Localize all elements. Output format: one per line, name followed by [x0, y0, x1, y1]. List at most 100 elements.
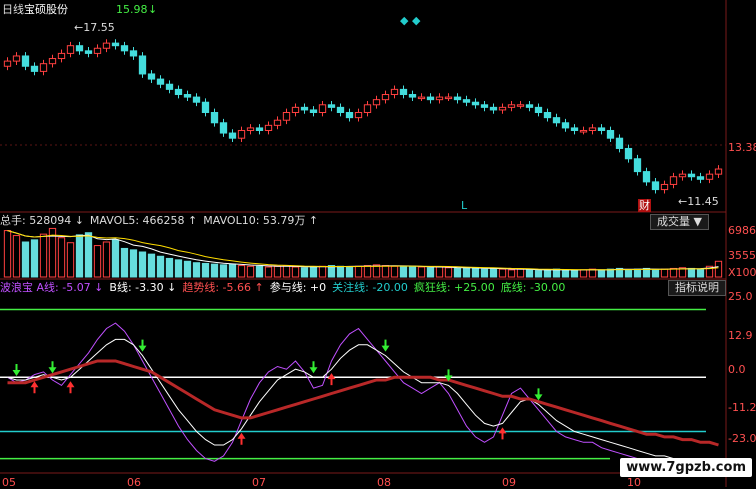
candle-body	[66, 45, 75, 54]
volume-bar	[408, 265, 417, 278]
volume-bar	[39, 233, 48, 278]
volume-bar	[714, 260, 723, 278]
candle-body	[255, 127, 264, 131]
finance-marker[interactable]: 财	[638, 199, 651, 212]
volume-bar	[21, 241, 30, 278]
candle-body	[93, 47, 102, 54]
volume-axis-top: 69862	[728, 224, 756, 237]
candle-body	[588, 127, 597, 131]
volume-bar	[192, 262, 201, 278]
volume-bar	[606, 268, 615, 278]
volume-bar	[273, 265, 282, 278]
candle-body	[345, 112, 354, 119]
indicator-legend-item: 参与线: +0	[269, 281, 327, 294]
candle-body	[165, 83, 174, 90]
candle-body	[192, 96, 201, 103]
candle-body	[291, 106, 300, 114]
candle-body	[399, 88, 408, 96]
volume-bar	[246, 265, 255, 278]
volume-bar	[534, 270, 543, 278]
candle-body	[489, 106, 498, 111]
high-price-value: 17.55	[83, 21, 115, 34]
candle-body	[525, 104, 534, 108]
low-price-value: 11.45	[687, 195, 719, 208]
volume-bar	[345, 266, 354, 278]
volume-bar	[102, 241, 111, 278]
volume-legend-item: MAVOL5: 466258 ↑	[89, 214, 198, 227]
buy-arrow-icon	[237, 432, 246, 445]
time-axis-tick: 06	[127, 476, 141, 489]
buy-arrow-icon	[30, 381, 39, 394]
buy-arrow-icon	[498, 427, 507, 440]
volume-bar	[354, 265, 363, 278]
volume-bar	[381, 265, 390, 278]
volume-bar	[75, 234, 84, 278]
volume-bar	[300, 267, 309, 278]
volume-bar	[66, 242, 75, 278]
volume-legend: 总手: 528094 ↓ MAVOL5: 466258 ↑ MAVOL10: 53.…	[0, 214, 324, 227]
price-readout: 15.98	[116, 3, 148, 16]
volume-bar	[3, 230, 12, 278]
volume-bar	[588, 268, 597, 278]
chevron-down-icon: ▼	[693, 215, 702, 228]
candle-body	[516, 104, 525, 107]
candle-body	[678, 173, 687, 178]
volume-bar	[282, 265, 291, 278]
volume-bar	[93, 245, 102, 278]
volume-bar	[111, 239, 120, 278]
candle-body	[273, 119, 282, 126]
volume-bar	[561, 269, 570, 278]
chart-canvas	[0, 0, 727, 487]
indicator-axis-5: -23.0	[728, 432, 756, 445]
volume-bar	[570, 270, 579, 278]
volume-bar	[291, 266, 300, 278]
volume-bar	[84, 232, 93, 278]
candle-body	[129, 50, 138, 57]
candle-body	[138, 55, 147, 75]
candle-body	[381, 94, 390, 101]
time-axis-tick: 09	[502, 476, 516, 489]
candle-body	[336, 106, 345, 114]
volume-bar	[336, 265, 345, 278]
volume-axis-mid: 35554	[728, 249, 756, 262]
time-axis-tick: 05	[2, 476, 16, 489]
volume-bar	[228, 263, 237, 278]
volume-bar	[363, 265, 372, 278]
candle-body	[228, 132, 237, 139]
volume-bar	[264, 266, 273, 278]
time-axis-tick: 08	[377, 476, 391, 489]
candle-body	[264, 124, 273, 131]
volume-bar	[651, 269, 660, 278]
indicator-legend-item: 底线: -30.00	[500, 281, 566, 294]
down-arrow-icon: ↓	[148, 3, 158, 16]
indicator-help-button[interactable]: 指标说明	[668, 280, 726, 296]
volume-bar	[687, 267, 696, 278]
candle-body	[390, 88, 399, 96]
sell-arrow-icon	[381, 339, 390, 352]
period-label: 日线	[2, 3, 24, 16]
volume-bar	[669, 267, 678, 278]
volume-bar	[660, 268, 669, 278]
candle-body	[570, 127, 579, 131]
candle-body	[39, 63, 48, 72]
indicator-axis-1: 25.0	[728, 290, 753, 303]
volume-bar	[255, 265, 264, 278]
volume-bar	[12, 235, 21, 278]
volume-axis-unit: X10000	[728, 266, 756, 279]
watermark: www.7gpzb.com	[620, 458, 752, 477]
indicator-axis-4: -11.29	[728, 401, 756, 414]
volume-dropdown[interactable]: 成交量 ▼	[650, 214, 709, 230]
volume-bar	[309, 266, 318, 278]
volume-bar	[498, 268, 507, 278]
candle-body	[21, 55, 30, 67]
candle-body	[633, 158, 642, 173]
volume-bar	[138, 251, 147, 278]
candle-body	[12, 55, 21, 62]
volume-bar	[696, 268, 705, 278]
volume-bar	[174, 259, 183, 278]
volume-bar	[210, 263, 219, 278]
volume-bar	[147, 253, 156, 278]
candle-body	[543, 112, 552, 119]
candle-body	[219, 122, 228, 134]
stock-name[interactable]: 宝硕股份	[24, 3, 68, 16]
